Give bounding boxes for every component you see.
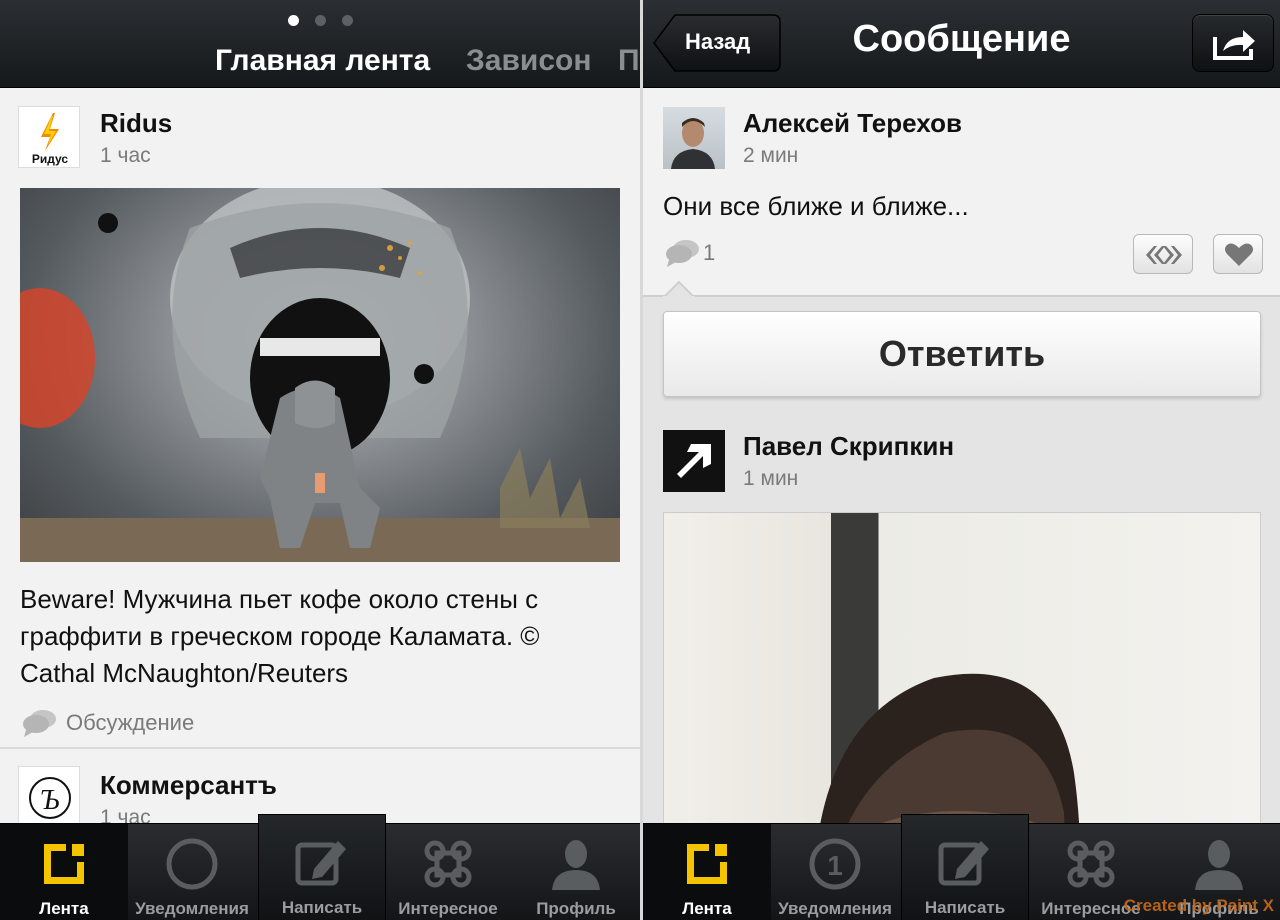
- tab-compose[interactable]: Написать: [258, 814, 386, 920]
- page-title: Сообщение: [852, 18, 1071, 60]
- compose-icon: [295, 841, 346, 886]
- message-author[interactable]: Алексей Терехов: [743, 108, 962, 139]
- next-author-avatar[interactable]: [663, 430, 725, 492]
- author-photo: [671, 118, 715, 169]
- tab-profile[interactable]: Профиль: [512, 824, 640, 920]
- post-photo[interactable]: [20, 188, 620, 562]
- profile-icon: [552, 840, 600, 890]
- comments-counter[interactable]: 1: [665, 238, 715, 268]
- message-header: Назад Сообщение: [643, 0, 1280, 88]
- next-post-author[interactable]: Павел Скрипкин: [743, 431, 954, 462]
- tab-interesting-label: Интересное: [398, 899, 498, 918]
- kommersant-logo-text: Ъ: [41, 785, 60, 816]
- tab-main-feed[interactable]: Главная лента: [215, 44, 430, 78]
- tab-feed[interactable]: Лента: [0, 824, 128, 920]
- ridus-avatar[interactable]: Ридус: [18, 106, 80, 168]
- tab-bar-right: Лента 1 Уведомления Написать Интересное …: [643, 814, 1280, 920]
- compose-icon: [938, 841, 989, 886]
- tab-zavison[interactable]: Зависон: [466, 44, 592, 78]
- tab-bar: Лента Уведомления Написать Интересное Пр…: [0, 814, 640, 920]
- graffiti-photo-image: [20, 188, 620, 562]
- tab-notifications-label: Уведомления: [778, 899, 892, 918]
- tab-compose-label: Написать: [924, 898, 1006, 917]
- right-screen: Назад Сообщение Алексей Терехов 2 мин Он…: [643, 0, 1280, 920]
- command-icon: [424, 840, 472, 888]
- notch-pointer: [663, 280, 695, 298]
- comment-bubbles-icon: [23, 710, 56, 737]
- page-indicator: [0, 15, 640, 26]
- discussion-link[interactable]: Обсуждение: [22, 708, 194, 738]
- feed-icon: [44, 844, 84, 884]
- post-text: Beware! Мужчина пьет кофе около стены с …: [20, 584, 540, 688]
- quote-button[interactable]: [1133, 234, 1193, 274]
- share-icon: [1213, 30, 1255, 60]
- comments-count: 1: [703, 240, 716, 265]
- command-icon: [1067, 840, 1115, 888]
- page-dot-1[interactable]: [287, 15, 299, 26]
- like-button[interactable]: [1213, 234, 1263, 274]
- message-text: Они все ближе и ближе...: [663, 191, 969, 221]
- post-time: 1 час: [100, 144, 151, 167]
- tab-profile-label: Профиль: [536, 899, 616, 918]
- notifications-icon: 1: [809, 838, 861, 890]
- feed-icon: [687, 844, 727, 884]
- tab-interesting[interactable]: Интересное: [384, 824, 512, 920]
- tab-feed-label: Лента: [682, 899, 732, 918]
- tab-notifications[interactable]: 1 Уведомления: [771, 824, 899, 920]
- comment-bubbles-icon: [666, 240, 699, 267]
- post-author-2[interactable]: Коммерсантъ: [100, 770, 277, 801]
- heart-icon: [1225, 243, 1253, 266]
- tab-compose[interactable]: Написать: [901, 814, 1029, 920]
- notifications-icon: [166, 838, 218, 890]
- tab-notifications-label: Уведомления: [135, 899, 249, 918]
- discussion-label: Обсуждение: [66, 710, 195, 735]
- tab-feed-label: Лента: [39, 899, 89, 918]
- next-post-time: 1 мин: [743, 467, 799, 490]
- feed-header: Главная лента Зависон П: [0, 0, 640, 88]
- left-screen: Главная лента Зависон П Ридус Ridus 1 ча…: [0, 0, 640, 920]
- reply-button[interactable]: Ответить: [663, 311, 1261, 397]
- share-button[interactable]: [1192, 14, 1274, 72]
- tab-compose-label: Написать: [281, 898, 363, 917]
- ridus-logo-text: Ридус: [32, 152, 69, 166]
- author-avatar[interactable]: [663, 107, 725, 169]
- post-author[interactable]: Ridus: [100, 108, 172, 139]
- notifications-badge: 1: [827, 850, 843, 881]
- kommersant-avatar[interactable]: Ъ: [18, 766, 80, 828]
- ridus-logo-icon: Ридус: [32, 113, 69, 166]
- page-dot-2[interactable]: [314, 15, 326, 26]
- arrow-up-right-icon: [677, 444, 711, 478]
- quote-icon: [1146, 246, 1182, 264]
- profile-icon: [1195, 840, 1243, 890]
- page-dot-3[interactable]: [341, 15, 353, 26]
- message-time: 2 мин: [743, 144, 799, 167]
- kommersant-logo-icon: Ъ: [29, 777, 71, 819]
- tab-feed[interactable]: Лента: [643, 824, 771, 920]
- tab-notifications[interactable]: Уведомления: [128, 824, 256, 920]
- post-separator: [0, 747, 640, 749]
- watermark: Created by Paint X: [1123, 896, 1274, 915]
- feed-tabs: Главная лента Зависон П: [0, 44, 640, 84]
- tab-next[interactable]: П: [618, 44, 640, 78]
